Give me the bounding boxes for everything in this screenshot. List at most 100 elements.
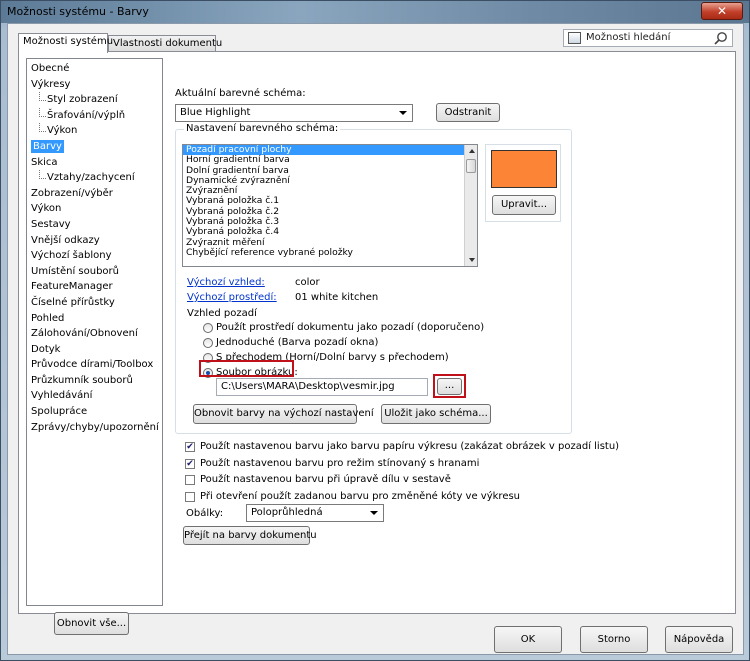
sidebar-item[interactable]: Průvodce dírami/Toolbox bbox=[31, 357, 162, 373]
sidebar-item[interactable]: Číselné přírůstky bbox=[31, 295, 162, 311]
sidebar-item-label: FeatureManager bbox=[31, 281, 113, 293]
option-checkbox[interactable]: ✔ bbox=[185, 442, 195, 452]
background-option-label: Jednoduché (Barva pozadí okna) bbox=[216, 337, 379, 348]
search-input[interactable]: Možnosti hledání bbox=[563, 29, 733, 47]
edit-color-button[interactable]: Upravit... bbox=[492, 195, 556, 215]
sidebar-item[interactable]: Barvy bbox=[31, 139, 162, 155]
sidebar-item-label: Obecné bbox=[31, 63, 70, 74]
dialog-client: Možnosti systému Vlastnosti dokumentu Mo… bbox=[7, 23, 744, 655]
reset-all-button[interactable]: Obnovit vše... bbox=[54, 612, 129, 635]
background-appearance-label: Vzhled pozadí bbox=[187, 308, 257, 319]
sidebar-item[interactable]: Obecné bbox=[31, 61, 162, 77]
close-button[interactable]: ✕ bbox=[701, 2, 743, 20]
browse-button[interactable]: ... bbox=[437, 378, 462, 395]
sidebar-item-label: Zobrazení/výběr bbox=[31, 187, 113, 199]
sidebar-item[interactable]: Zobrazení/výběr bbox=[31, 186, 162, 202]
cancel-button[interactable]: Storno bbox=[580, 626, 648, 653]
sidebar-item-label: Vnější odkazy bbox=[31, 234, 100, 246]
dialog-window: Možnosti systému - Barvy ✕ Možnosti syst… bbox=[0, 0, 750, 661]
scroll-down-icon[interactable] bbox=[469, 258, 475, 262]
color-swatch bbox=[491, 150, 557, 188]
sidebar-item[interactable]: Výkon bbox=[31, 201, 162, 217]
sidebar-item-label: Umístění souborů bbox=[31, 265, 119, 277]
envelopes-select-value: Poloprůhledná bbox=[251, 507, 323, 518]
sidebar-item[interactable]: Zprávy/chyby/upozornění bbox=[31, 420, 162, 436]
sidebar-item-label: Dotyk bbox=[31, 343, 61, 355]
sidebar-item[interactable]: Dotyk bbox=[31, 342, 162, 358]
option-checkbox[interactable]: ✔ bbox=[185, 459, 195, 469]
sidebar-item[interactable]: Umístění souborů bbox=[31, 264, 162, 280]
color-items-list[interactable]: Pozadí pracovní plochy Horní gradientní b… bbox=[182, 144, 478, 267]
sidebar-item[interactable]: Pohled bbox=[31, 311, 162, 327]
reset-colors-button[interactable]: Obnovit barvy na výchozí nastavení bbox=[193, 404, 374, 424]
sidebar-item[interactable]: Vnější odkazy bbox=[31, 233, 162, 249]
envelopes-select[interactable]: Poloprůhledná bbox=[246, 504, 384, 522]
sidebar-item[interactable]: Styl zobrazení bbox=[31, 92, 162, 108]
sidebar-item[interactable]: Spolupráce bbox=[31, 404, 162, 420]
sidebar-item[interactable]: Skica bbox=[31, 155, 162, 171]
scheme-label: Aktuální barevné schéma: bbox=[175, 88, 306, 99]
option-checkbox-label: Při otevření použít zadanou barvu pro zm… bbox=[200, 491, 521, 502]
tab-document-properties[interactable]: Vlastnosti dokumentu bbox=[108, 35, 222, 52]
list-item[interactable]: Chybějící reference vybrané položky bbox=[183, 247, 477, 258]
list-scrollbar[interactable] bbox=[464, 145, 477, 266]
tab-system-options[interactable]: Možnosti systému bbox=[18, 33, 113, 53]
sidebar-item-label: Vztahy/zachycení bbox=[47, 172, 135, 184]
sidebar-item-label: Barvy bbox=[31, 139, 64, 153]
default-environment-link[interactable]: Výchozí prostředí: bbox=[187, 292, 277, 303]
image-path-input[interactable]: C:\Users\MARA\Desktop\vesmir.jpg bbox=[216, 378, 428, 396]
sidebar-item-label: Průzkumník souborů bbox=[31, 374, 133, 386]
scheme-select-value: Blue Highlight bbox=[180, 107, 251, 118]
sidebar-item-label: Výkon bbox=[47, 125, 78, 137]
ok-button[interactable]: OK bbox=[494, 626, 562, 653]
sidebar-item[interactable]: Vyhledávání bbox=[31, 388, 162, 404]
sidebar-item[interactable]: Výchozí šablony bbox=[31, 248, 162, 264]
color-preview-box: Upravit... bbox=[485, 144, 561, 222]
sidebar-item-label: Výchozí šablony bbox=[31, 250, 112, 262]
envelopes-label: Obálky: bbox=[186, 508, 224, 519]
option-checkbox[interactable] bbox=[185, 492, 195, 502]
option-checkbox[interactable] bbox=[185, 475, 195, 485]
sidebar-item-label: Pohled bbox=[31, 312, 65, 324]
sidebar-item[interactable]: Šrafování/výplň bbox=[31, 107, 162, 124]
default-view-link[interactable]: Výchozí vzhled: bbox=[187, 277, 265, 288]
option-checkbox-label: Použít nastavenou barvu pro režim stínov… bbox=[200, 458, 480, 469]
option-checkbox-label: Použít nastavenou barvu při úpravě dílu … bbox=[200, 474, 451, 485]
sidebar-item-label: Vyhledávání bbox=[31, 390, 93, 402]
sidebar-item[interactable]: Zálohování/Obnovení bbox=[31, 326, 162, 342]
options-panel: Obecné Výkresy Styl zobrazení Šrafování/výp… bbox=[18, 51, 736, 635]
sidebar-item[interactable]: Průzkumník souborů bbox=[31, 373, 162, 389]
sidebar-item-label: Sestavy bbox=[31, 218, 71, 230]
goto-document-colors-button[interactable]: Přejít na barvy dokumentu bbox=[183, 526, 317, 545]
scroll-thumb[interactable] bbox=[466, 159, 476, 173]
help-button[interactable]: Nápověda bbox=[665, 626, 733, 653]
background-option-label: Použít prostředí dokumentu jako pozadí (… bbox=[216, 322, 485, 333]
group-title: Nastavení barevného schéma: bbox=[184, 123, 341, 134]
sidebar-item-label: Průvodce dírami/Toolbox bbox=[31, 359, 154, 371]
sidebar-item-label: Výkon bbox=[31, 203, 62, 215]
background-option-radio[interactable] bbox=[203, 338, 213, 348]
search-placeholder: Možnosti hledání bbox=[586, 32, 671, 43]
option-checkbox-label: Použít nastavenou barvu jako barvu papír… bbox=[200, 441, 620, 452]
search-icon[interactable] bbox=[714, 31, 728, 45]
sidebar-item[interactable]: FeatureManager bbox=[31, 279, 162, 295]
sidebar-item[interactable]: Sestavy bbox=[31, 217, 162, 233]
sidebar-item-label: Styl zobrazení bbox=[47, 94, 118, 106]
background-option-radio[interactable] bbox=[203, 323, 213, 333]
sidebar-item[interactable]: Vztahy/zachycení bbox=[31, 170, 162, 186]
image-file-highlight bbox=[199, 360, 294, 377]
sidebar-item[interactable]: Výkresy bbox=[31, 77, 162, 93]
chevron-down-icon bbox=[370, 511, 378, 515]
options-list-icon bbox=[568, 32, 581, 44]
sidebar-item-label: Výkresy bbox=[31, 78, 71, 90]
sidebar-item-label: Číselné přírůstky bbox=[31, 296, 115, 308]
default-environment-value: 01 white kitchen bbox=[295, 292, 379, 303]
window-title: Možnosti systému - Barvy bbox=[7, 5, 149, 18]
scheme-select[interactable]: Blue Highlight bbox=[175, 104, 413, 122]
save-scheme-button[interactable]: Uložit jako schéma... bbox=[381, 404, 491, 424]
delete-scheme-button[interactable]: Odstranit bbox=[436, 103, 500, 122]
scroll-up-icon[interactable] bbox=[469, 149, 475, 153]
category-tree[interactable]: Obecné Výkresy Styl zobrazení Šrafování/výp… bbox=[26, 58, 163, 606]
sidebar-item[interactable]: Výkon bbox=[31, 123, 162, 139]
title-bar: Možnosti systému - Barvy ✕ bbox=[1, 1, 749, 23]
